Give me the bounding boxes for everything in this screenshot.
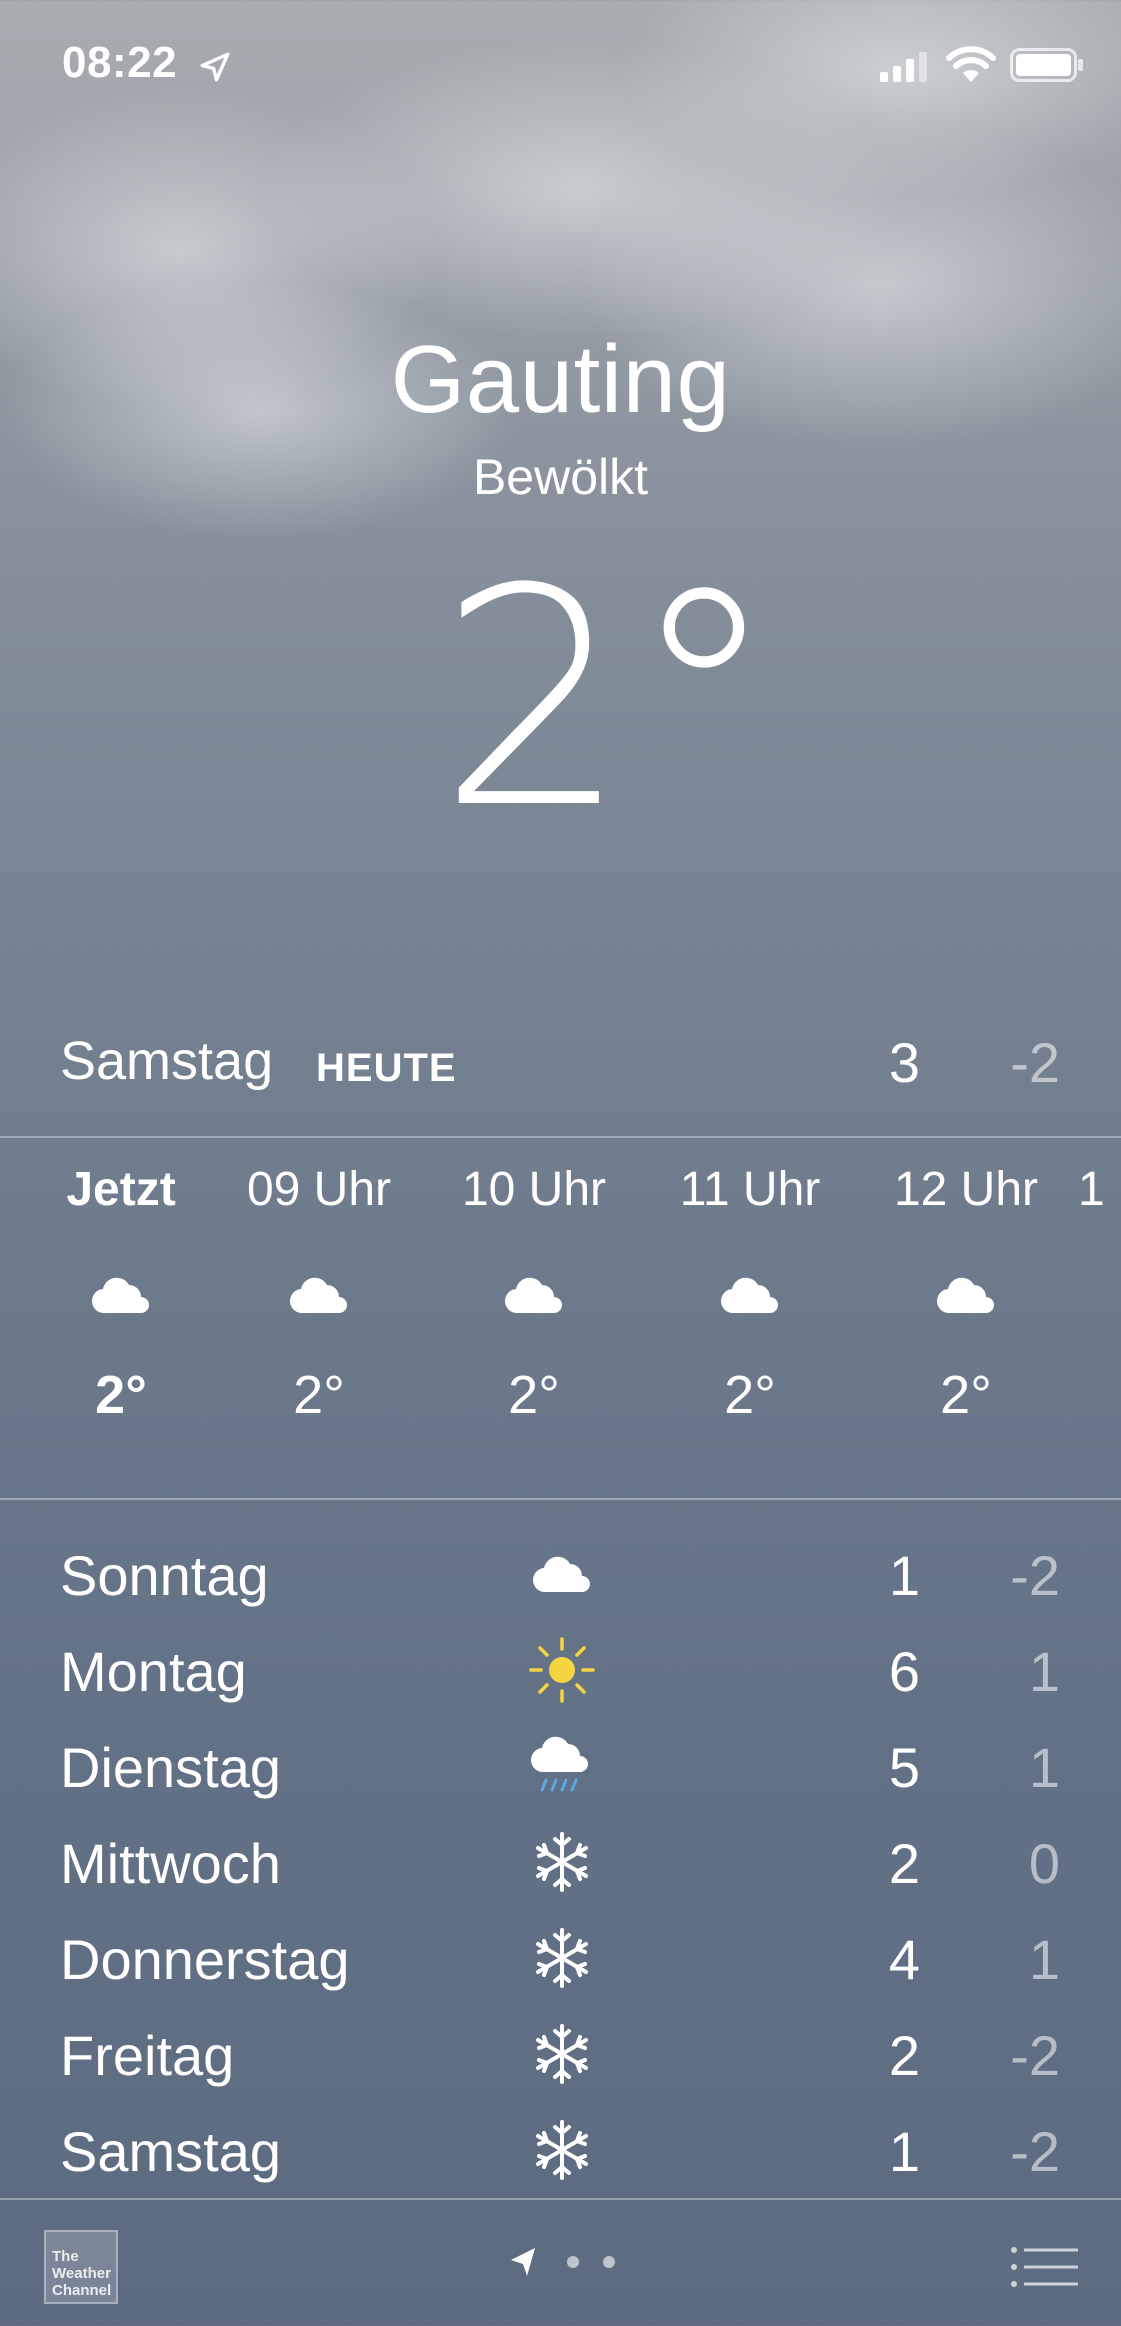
hourly-item: Jetzt 2° <box>13 1140 229 1440</box>
day-low: -2 <box>1010 2120 1060 2183</box>
hour-label: 12 Uhr <box>893 1163 1039 1216</box>
day-name: Mittwoch <box>60 1832 281 1895</box>
daily-row: Samstag 1 -2 <box>0 2101 1121 2197</box>
page-indicator[interactable] <box>505 2242 625 2282</box>
hour-label: 1 <box>1078 1163 1105 1216</box>
snowflake-icon <box>520 2113 604 2187</box>
today-low: -2 <box>1010 1031 1060 1094</box>
day-high: 1 <box>888 1544 920 1607</box>
page-dot <box>567 2256 579 2268</box>
day-low: -2 <box>1010 2024 1060 2087</box>
cloud-icon <box>642 1240 858 1350</box>
day-name: Freitag <box>60 2024 235 2087</box>
battery-icon <box>1010 48 1083 82</box>
day-high: 1 <box>888 2120 920 2183</box>
divider <box>0 1136 1121 1138</box>
day-low: 1 <box>1028 1736 1060 1799</box>
day-low: 1 <box>1028 1640 1060 1703</box>
snowflake-icon <box>520 1921 604 1995</box>
daily-row: Donnerstag 4 1 <box>0 1909 1121 2005</box>
hourly-item: 12 Uhr 2° <box>858 1140 1074 1440</box>
day-name: Montag <box>60 1640 247 1703</box>
day-high: 4 <box>888 1928 920 1991</box>
today-summary-row: Samstag HEUTE 3 -2 <box>0 1030 1121 1130</box>
status-bar: 08:22 <box>0 0 1121 130</box>
snowflake-icon <box>520 2017 604 2091</box>
hour-label: 09 Uhr <box>246 1163 392 1216</box>
hour-label: Jetzt <box>66 1163 176 1216</box>
logo-line: Weather <box>52 2265 111 2282</box>
day-name: Samstag <box>60 2120 281 2183</box>
list-icon[interactable] <box>1010 2246 1078 2288</box>
hour-temp: 2° <box>293 1365 345 1425</box>
day-name: Dienstag <box>60 1736 282 1799</box>
logo-line: The <box>52 2248 79 2265</box>
hour-label: 10 Uhr <box>461 1163 607 1216</box>
day-name: Donnerstag <box>60 1928 350 1991</box>
cloud-icon <box>858 1240 1074 1350</box>
hourly-item: 10 Uhr 2° <box>426 1140 642 1440</box>
day-name: Sonntag <box>60 1544 269 1607</box>
hourly-forecast[interactable]: Jetzt 2° 09 Uhr 2° 10 Uhr 2° 11 Uhr 2° 1… <box>0 1140 1121 1495</box>
snowflake-icon <box>520 1825 604 1899</box>
day-low: -2 <box>1010 1544 1060 1607</box>
day-high: 5 <box>888 1736 920 1799</box>
hour-temp: 2° <box>940 1365 992 1425</box>
wifi-icon <box>946 46 996 82</box>
rain-cloud-icon <box>520 1729 604 1803</box>
status-time: 08:22 <box>62 38 178 87</box>
cloud-icon <box>426 1240 642 1350</box>
page-dot <box>603 2256 615 2268</box>
location-arrow-icon <box>511 2248 535 2276</box>
day-high: 2 <box>888 1832 920 1895</box>
hour-temp: 2° <box>724 1365 776 1425</box>
weather-condition: Bewölkt <box>472 449 649 505</box>
bottom-bar: The Weather Channel <box>0 2200 1121 2326</box>
day-low: 1 <box>1028 1928 1060 1991</box>
hour-label: 11 Uhr <box>679 1163 821 1216</box>
logo-line: Channel <box>52 2282 112 2299</box>
divider <box>0 1498 1121 1500</box>
day-high: 6 <box>888 1640 920 1703</box>
current-temperature: 2° <box>438 525 779 874</box>
today-tag: HEUTE <box>316 1046 457 1090</box>
signal-icon <box>880 52 927 82</box>
day-low: 0 <box>1028 1832 1060 1895</box>
sun-icon <box>520 1633 604 1707</box>
cloud-icon <box>520 1537 604 1611</box>
today-high: 3 <box>888 1031 920 1094</box>
today-day-label: Samstag <box>60 1031 274 1091</box>
daily-row: Dienstag 5 1 <box>0 1717 1121 1813</box>
city-name: Gauting <box>390 326 731 433</box>
daily-row: Sonntag 1 -2 <box>0 1525 1121 1621</box>
daily-row: Freitag 2 -2 <box>0 2005 1121 2101</box>
location-arrow-icon <box>200 52 230 82</box>
cloud-icon <box>211 1240 427 1350</box>
daily-row: Mittwoch 2 0 <box>0 1813 1121 1909</box>
hourly-item: 09 Uhr 2° <box>211 1140 427 1440</box>
day-high: 2 <box>888 2024 920 2087</box>
cloud-icon <box>13 1240 229 1350</box>
hour-temp: 2° <box>508 1365 560 1425</box>
hour-temp: 2° <box>95 1365 147 1425</box>
hourly-item: 11 Uhr 2° <box>642 1140 858 1440</box>
hourly-item: 1 <box>1078 1140 1121 1240</box>
weather-channel-logo[interactable]: The Weather Channel <box>44 2230 118 2304</box>
daily-row: Montag 6 1 <box>0 1621 1121 1717</box>
